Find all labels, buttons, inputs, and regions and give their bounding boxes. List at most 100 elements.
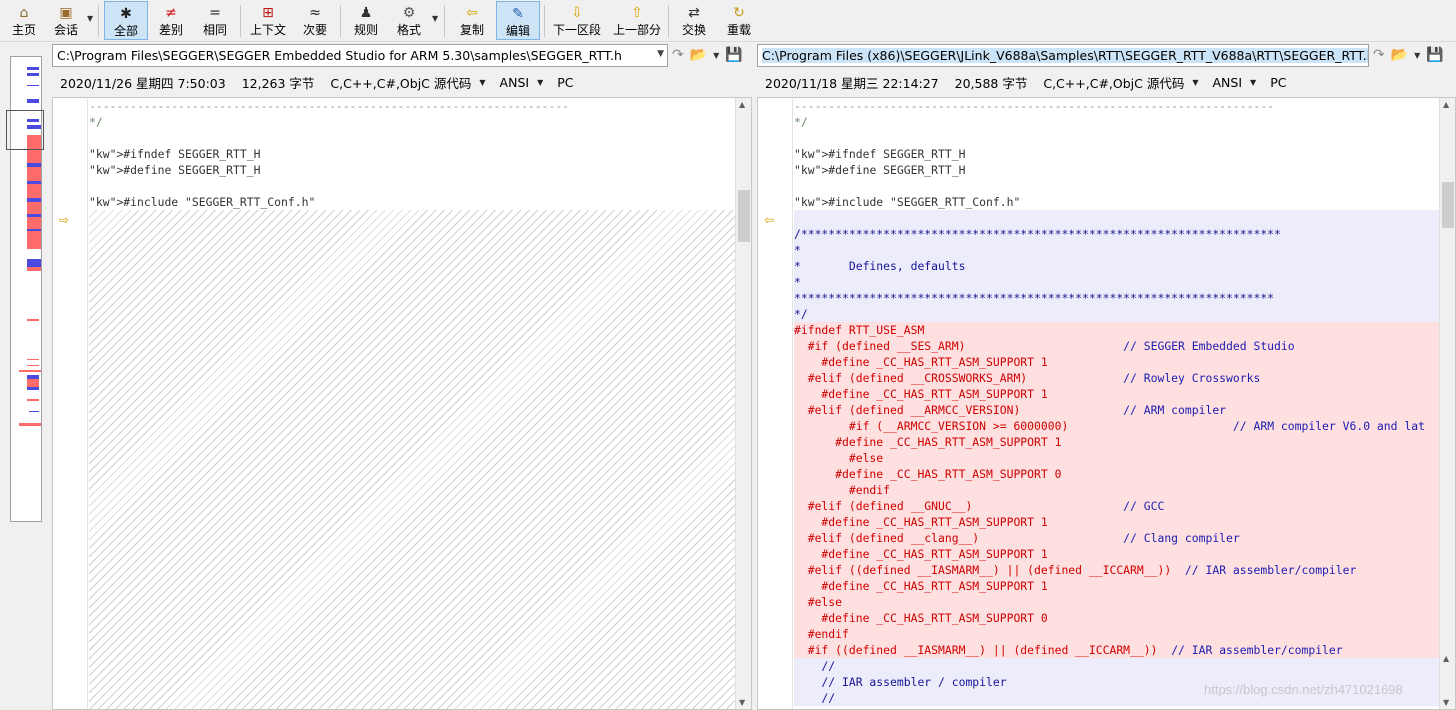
toolbar-button-referee[interactable]: ♟ 规则 xyxy=(344,1,388,40)
toolbar-button-label: 重载 xyxy=(726,23,751,37)
scroll-down-icon[interactable]: ▼ xyxy=(739,698,745,707)
chevron-down-icon[interactable]: ▼ xyxy=(1250,78,1256,87)
scroll-down-icon[interactable]: ▼ xyxy=(1443,698,1449,707)
right-encoding[interactable]: ANSI xyxy=(1213,75,1243,90)
left-vertical-scrollbar[interactable]: ▲ ▼ xyxy=(735,98,751,709)
toolbar-button-reload[interactable]: ↻ 重载 xyxy=(718,1,760,40)
save-icon[interactable]: 💾 xyxy=(725,47,742,63)
reload-file-icon[interactable]: ↷ xyxy=(1373,47,1385,63)
left-editor[interactable]: ⇨ --------------------------------------… xyxy=(52,97,752,710)
overview-mark xyxy=(27,387,39,390)
open-folder-icon[interactable]: 📂 xyxy=(1391,47,1408,63)
right-vertical-scrollbar[interactable]: ▲ ▲ ▼ xyxy=(1439,98,1455,709)
right-code-area[interactable]: ----------------------------------------… xyxy=(794,98,1439,709)
chevron-down-icon[interactable]: ▼ xyxy=(432,14,438,23)
code-line: #ifndef RTT_USE_ASM xyxy=(794,322,1439,338)
chevron-down-icon[interactable]: ▼ xyxy=(87,14,93,23)
toolbar-button-label: 上一部分 xyxy=(612,23,661,37)
code-line: ----------------------------------------… xyxy=(794,99,1275,113)
left-pane: C:\Program Files\SEGGER\SEGGER Embedded … xyxy=(52,42,752,710)
toolbar-button-arrow-down[interactable]: ⇩ 下一区段 xyxy=(548,1,606,40)
overview-mark xyxy=(27,184,41,198)
toolbar-button-label: 复制 xyxy=(459,23,484,37)
toolbar-button-context[interactable]: ⊞ 上下文 xyxy=(244,1,292,40)
scroll-up-icon[interactable]: ▲ xyxy=(1443,100,1449,109)
right-editor[interactable]: ⇦ --------------------------------------… xyxy=(757,97,1456,710)
code-line: #elif (defined __CROSSWORKS_ARM) // Rowl… xyxy=(794,370,1439,386)
left-lineend[interactable]: PC xyxy=(557,75,573,90)
code-line: * xyxy=(794,242,1439,258)
chevron-down-icon[interactable]: ▼ xyxy=(1192,78,1198,87)
right-lineend[interactable]: PC xyxy=(1270,75,1286,90)
overview-mark xyxy=(27,359,39,360)
overview-mark xyxy=(27,202,41,214)
missing-lines-hatch xyxy=(89,210,735,709)
reload-file-icon[interactable]: ↷ xyxy=(672,47,684,63)
left-language[interactable]: C,C++,C#,ObjC 源代码 xyxy=(330,73,471,92)
code-line: */ xyxy=(794,306,1439,322)
code-line: #define _CC_HAS_RTT_ASM_SUPPORT 0 xyxy=(794,610,1439,626)
right-path-input[interactable]: C:\Program Files (x86)\SEGGER\JLink_V688… xyxy=(757,44,1369,67)
code-line: "kw">#define SEGGER_RTT_H xyxy=(89,163,261,177)
arrow-up-icon: ⇧ xyxy=(631,5,643,21)
toolbar-button-approx[interactable]: ≈ 次要 xyxy=(294,1,336,40)
scroll-up-icon[interactable]: ▲ xyxy=(739,100,745,109)
toolbar-separator xyxy=(98,5,99,37)
code-line: #endif xyxy=(794,482,1439,498)
toolbar-button-not-equal[interactable]: ≠ 差别 xyxy=(150,1,192,40)
code-line: "kw">#define SEGGER_RTT_H xyxy=(794,163,966,177)
save-icon[interactable]: 💾 xyxy=(1426,47,1443,63)
left-path-actions: ↷ 📂 ▼ 💾 xyxy=(672,47,743,63)
left-scroll-thumb[interactable] xyxy=(738,190,750,242)
toolbar-button-home[interactable]: ⌂ 主页 xyxy=(4,1,44,40)
toolbar-button-briefcase[interactable]: ▣ 会话 xyxy=(46,1,86,40)
chevron-down-icon[interactable]: ▼ xyxy=(713,51,719,60)
overview-mark xyxy=(27,73,39,76)
overview-mark xyxy=(19,370,41,372)
code-line: #define _CC_HAS_RTT_ASM_SUPPORT 1 xyxy=(794,386,1439,402)
chevron-down-icon[interactable]: ▼ xyxy=(537,78,543,87)
code-line: #define _CC_HAS_RTT_ASM_SUPPORT 1 xyxy=(794,354,1439,370)
left-path-input[interactable]: C:\Program Files\SEGGER\SEGGER Embedded … xyxy=(52,44,668,67)
code-line: #if (defined __SES_ARM) // SEGGER Embedd… xyxy=(794,338,1439,354)
toolbar-button-swap[interactable]: ⇄ 交换 xyxy=(672,1,716,40)
edit-icon: ✎ xyxy=(512,6,524,22)
code-line: * Defines, defaults xyxy=(794,258,1439,274)
arrow-right-icon: ⇨ xyxy=(59,213,70,227)
overview-mark xyxy=(27,365,39,366)
toolbar-separator xyxy=(668,5,669,37)
toolbar-button-label: 下一区段 xyxy=(552,23,601,37)
not-equal-icon: ≠ xyxy=(165,5,177,21)
chevron-down-icon[interactable]: ▼ xyxy=(657,49,664,59)
scroll-up-icon[interactable]: ▲ xyxy=(1443,654,1449,663)
toolbar-button-equal[interactable]: = 相同 xyxy=(194,1,236,40)
toolbar-separator xyxy=(544,5,545,37)
chevron-down-icon[interactable]: ▼ xyxy=(1414,51,1420,60)
toolbar-button-arrow-left[interactable]: ⇦ 复制 xyxy=(450,1,494,40)
left-file-size: 12,263 字节 xyxy=(241,75,315,91)
right-language[interactable]: C,C++,C#,ObjC 源代码 xyxy=(1043,73,1184,92)
right-file-info: 2020/11/18 星期三 22:14:27 20,588 字节 C,C++,… xyxy=(757,70,1456,94)
open-folder-icon[interactable]: 📂 xyxy=(690,47,707,63)
overview-mark xyxy=(29,411,39,412)
toolbar-button-arrow-up[interactable]: ⇧ 上一部分 xyxy=(610,1,664,40)
toolbar-button-label: 会话 xyxy=(53,23,78,37)
diff-overview[interactable] xyxy=(0,44,52,710)
chevron-down-icon[interactable]: ▼ xyxy=(479,78,485,87)
overview-viewport[interactable] xyxy=(6,110,44,150)
code-line: "kw">#ifndef SEGGER_RTT_H xyxy=(794,147,966,161)
toolbar-button-asterisk[interactable]: ✱ 全部 xyxy=(104,1,148,40)
overview-mark xyxy=(27,217,41,229)
toolbar-button-label: 规则 xyxy=(353,23,378,37)
code-line: "kw">#include "SEGGER_RTT_Conf.h" xyxy=(89,195,316,209)
toolbar-button-edit[interactable]: ✎ 编辑 xyxy=(496,1,540,40)
left-encoding[interactable]: ANSI xyxy=(500,75,530,90)
right-scroll-thumb[interactable] xyxy=(1442,182,1454,228)
toolbar-button-format[interactable]: ⚙ 格式 xyxy=(388,1,430,40)
code-line: #define _CC_HAS_RTT_ASM_SUPPORT 0 xyxy=(794,466,1439,482)
overview-mark xyxy=(27,319,39,321)
toolbar-button-label: 格式 xyxy=(396,23,421,37)
